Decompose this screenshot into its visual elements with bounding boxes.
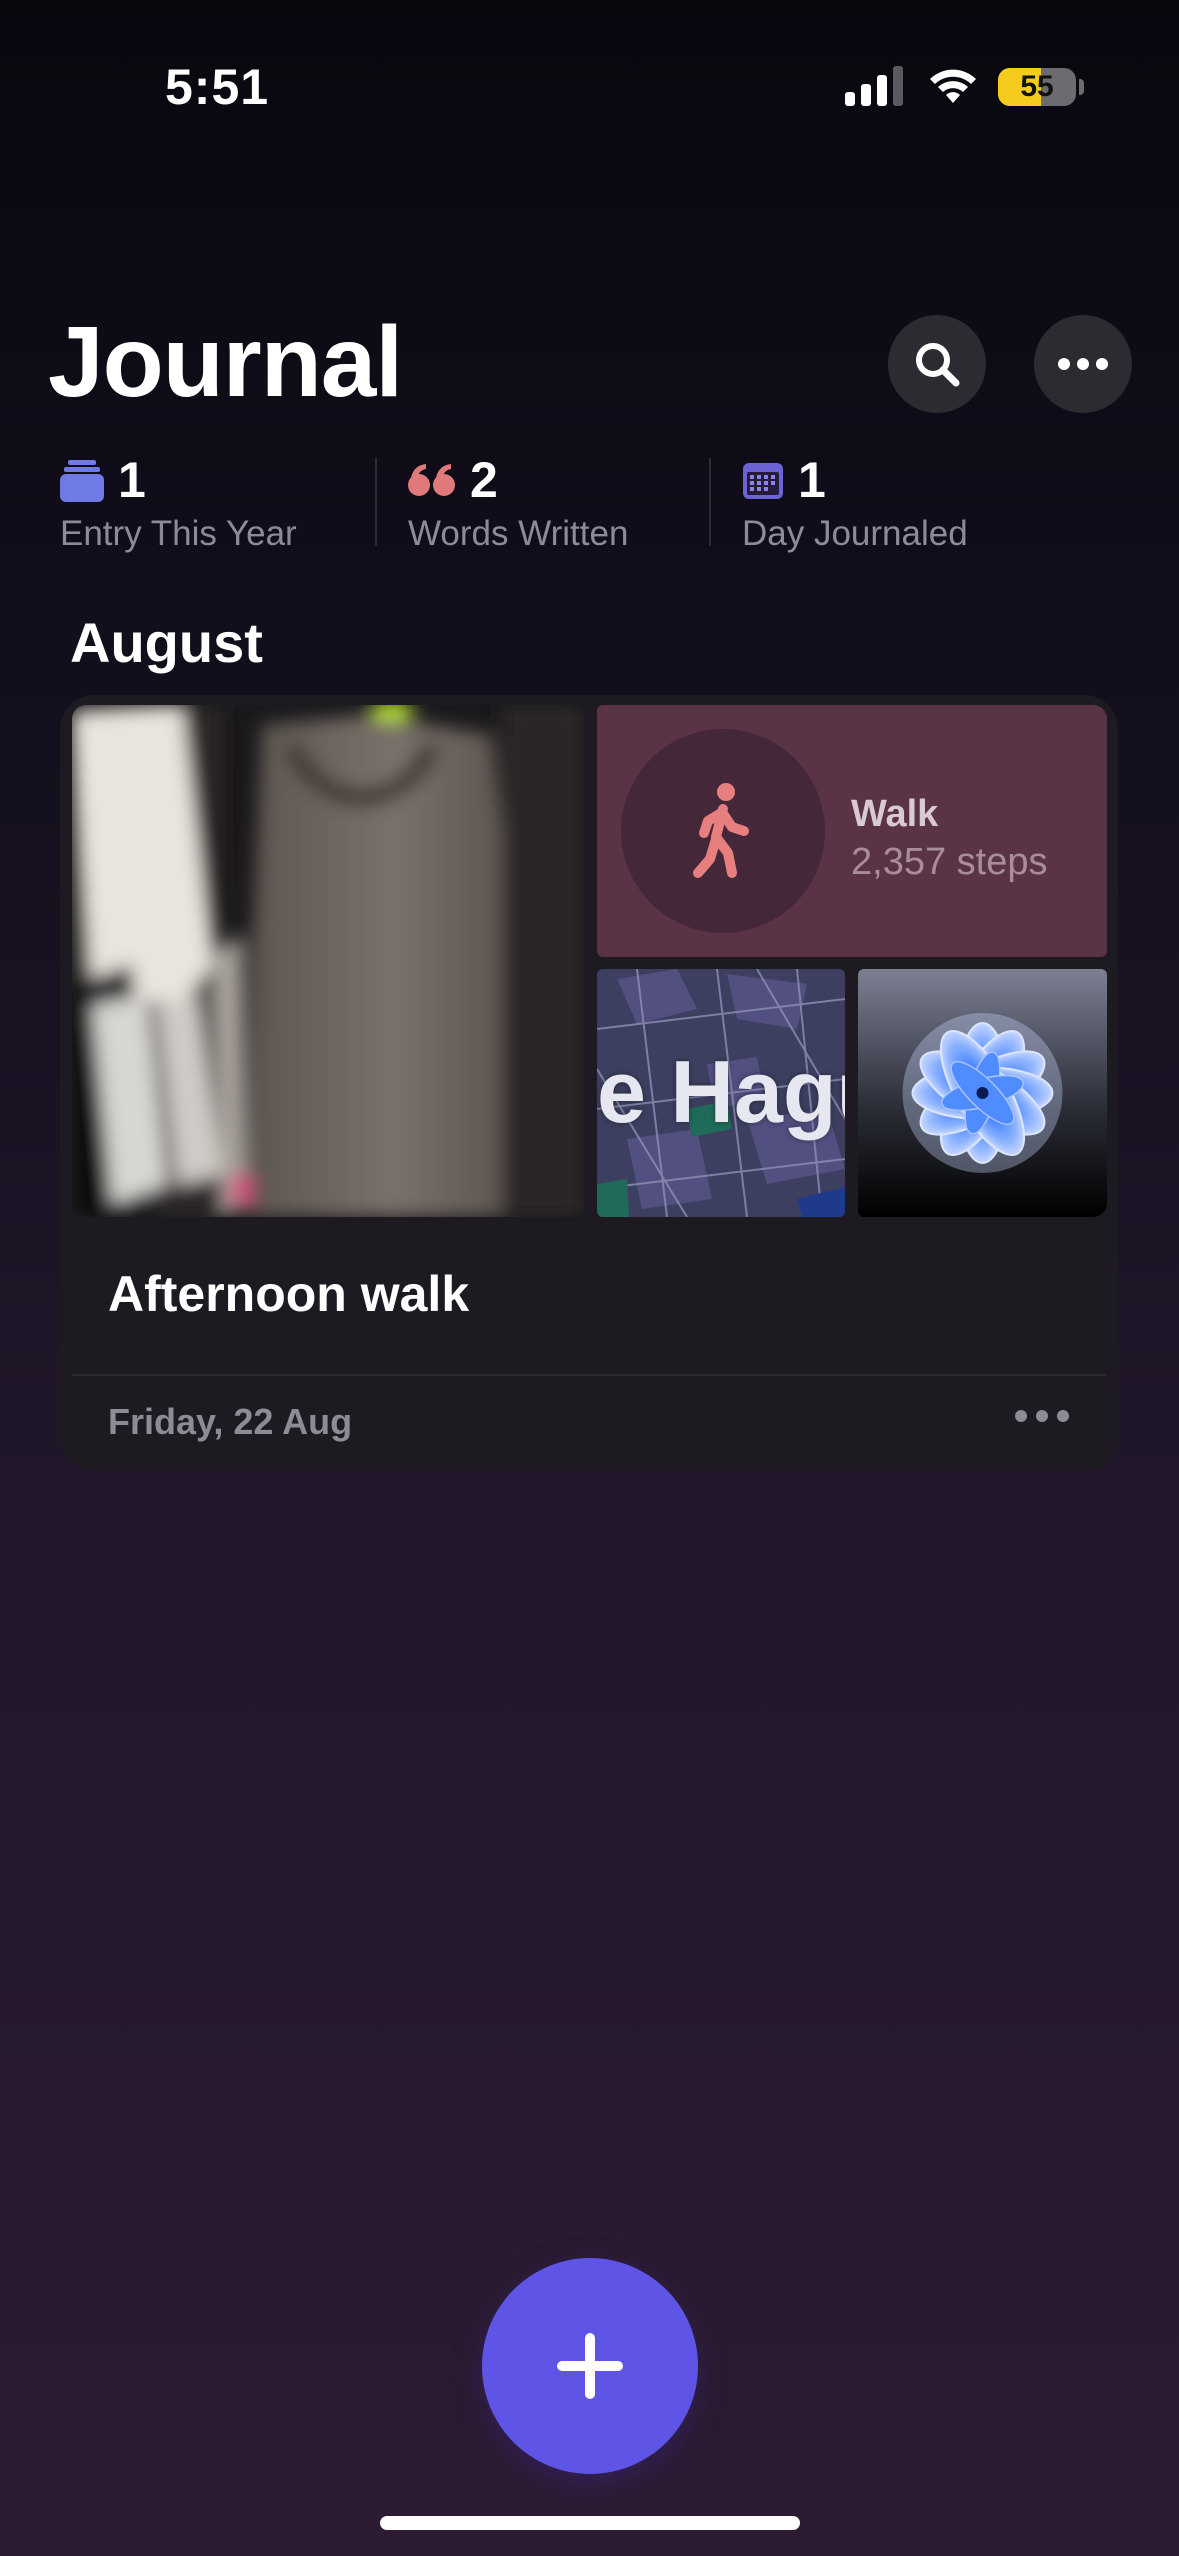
stat-words: 2 Words Written: [408, 450, 628, 554]
entry-more-button[interactable]: [1014, 1409, 1070, 1428]
stat-value: 1: [118, 452, 146, 508]
stat-value: 2: [470, 452, 498, 508]
map-location-label: e Hagu: [597, 1042, 845, 1141]
search-button[interactable]: [888, 315, 986, 413]
status-time: 5:51: [165, 59, 270, 115]
stat-label: Words Written: [408, 514, 629, 553]
month-header: August: [70, 611, 263, 674]
ellipsis-icon: [1058, 358, 1108, 370]
entry-title: Afternoon walk: [108, 1266, 470, 1322]
clothes-photo-image: [72, 705, 584, 1217]
stat-divider: [709, 458, 711, 546]
entry-divider: [72, 1374, 1106, 1376]
search-icon: [916, 343, 960, 387]
walk-steps: 2,357 steps: [851, 841, 1048, 883]
stat-label: Entry This Year: [60, 514, 297, 553]
calendar-icon: [743, 463, 783, 499]
location-map-tile[interactable]: e Hagu: [597, 969, 845, 1217]
ellipsis-icon: [1015, 1410, 1069, 1422]
stat-entries: 1 Entry This Year: [60, 450, 297, 554]
state-of-mind-tile[interactable]: [858, 969, 1107, 1217]
cellular-signal-icon: [845, 66, 903, 106]
walk-activity-tile[interactable]: Walk 2,357 steps: [597, 705, 1107, 957]
home-indicator[interactable]: [380, 2516, 800, 2530]
stat-label: Day Journaled: [742, 514, 968, 553]
new-entry-button[interactable]: [482, 2258, 698, 2474]
stat-days: 1 Day Journaled: [742, 450, 968, 554]
entry-date: Friday, 22 Aug: [108, 1401, 353, 1442]
walk-title: Walk: [851, 793, 939, 835]
stat-value: 1: [798, 452, 826, 508]
battery-nub: [1079, 79, 1084, 95]
journal-entry-card[interactable]: Walk 2,357 steps e Hagu: [60, 695, 1118, 1471]
battery-indicator: 55: [998, 68, 1076, 106]
walk-icon-circle: [621, 729, 825, 933]
stack-icon: [60, 460, 104, 502]
quote-icon: [408, 464, 455, 496]
battery-percent: 55: [1020, 70, 1054, 103]
entry-photo[interactable]: [72, 705, 584, 1217]
mood-flower-icon: [902, 1013, 1063, 1173]
walking-figure-icon: [693, 783, 749, 878]
plus-icon: [557, 2333, 623, 2399]
wifi-icon: [930, 69, 976, 103]
more-options-button[interactable]: [1034, 315, 1132, 413]
page-title: Journal: [48, 306, 403, 418]
stat-divider: [375, 458, 377, 546]
